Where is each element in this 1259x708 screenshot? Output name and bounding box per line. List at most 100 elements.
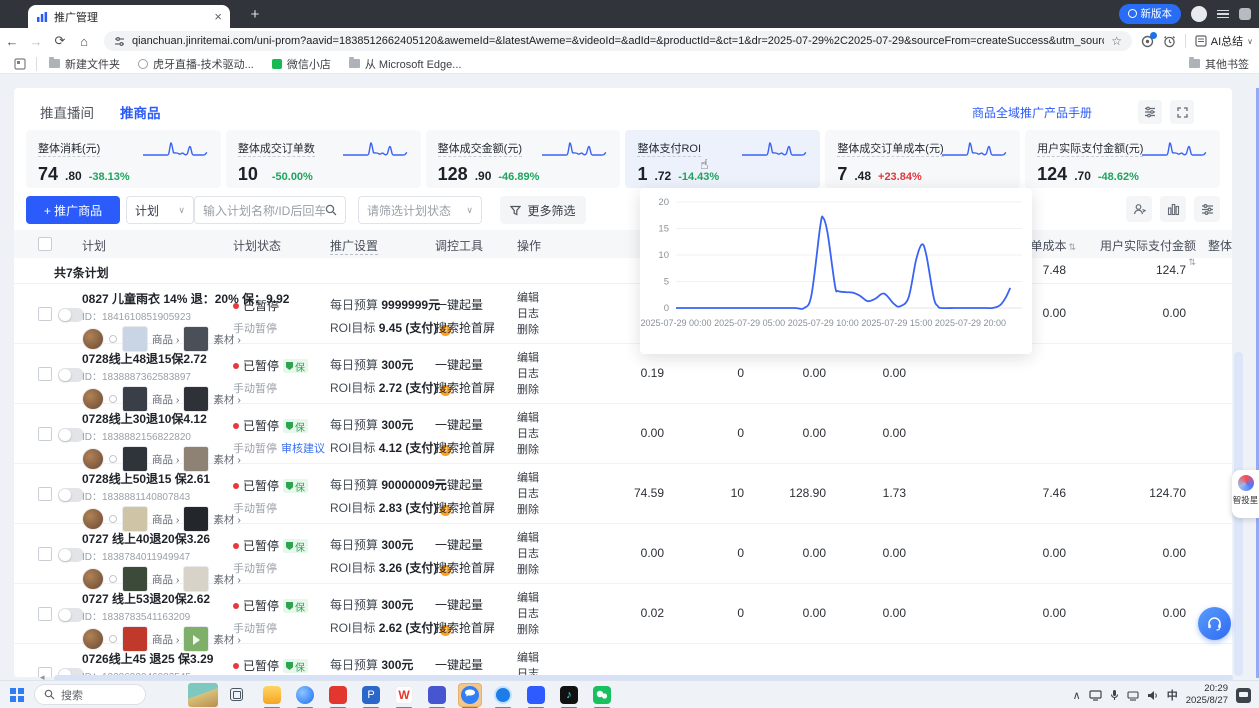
log-link[interactable]: 日志 <box>517 486 539 502</box>
promote-product-button[interactable]: + 推广商品 <box>26 196 120 224</box>
ai-summary-button[interactable]: AI总结 ∨ <box>1195 33 1253 49</box>
one-key-boost-link[interactable]: 一键起量 <box>435 296 495 313</box>
bookmark-item[interactable]: 虎牙直播-技术驱动... <box>138 56 254 72</box>
search-top-screen-link[interactable]: 搜索抢首屏 <box>435 559 495 576</box>
card-order-cost[interactable]: 整体成交订单成本(元) 7.48+23.84% <box>825 130 1020 188</box>
row-checkbox[interactable] <box>38 487 52 501</box>
tab-close-icon[interactable]: × <box>214 10 222 23</box>
log-link[interactable]: 日志 <box>517 426 539 442</box>
delete-link[interactable]: 删除 <box>517 622 539 638</box>
bookmark-item[interactable]: 新建文件夹 <box>49 56 120 72</box>
search-top-screen-link[interactable]: 搜索抢首屏 <box>435 439 495 456</box>
taskbar-app-wechat[interactable] <box>590 683 614 707</box>
tab-products[interactable]: 推商品 <box>120 102 161 122</box>
one-key-boost-link[interactable]: 一键起量 <box>435 476 495 493</box>
tab-live-room[interactable]: 推直播间 <box>40 102 94 122</box>
plan-status-select[interactable]: 请筛选计划状态∨ <box>358 196 482 224</box>
taskbar-app-office[interactable]: P <box>359 683 383 707</box>
reading-list-icon[interactable] <box>14 58 26 70</box>
custom-columns-icon[interactable] <box>1160 196 1186 222</box>
row-checkbox[interactable] <box>38 607 52 621</box>
window-control-icon[interactable] <box>1239 8 1251 20</box>
delete-link[interactable]: 删除 <box>517 502 539 518</box>
help-headset-button[interactable] <box>1198 607 1231 640</box>
taskbar-app-red[interactable] <box>326 683 350 707</box>
row-checkbox[interactable] <box>38 307 52 321</box>
url-bar[interactable]: qianchuan.jinritemai.com/uni-prom?aavid=… <box>104 31 1132 51</box>
delete-link[interactable]: 删除 <box>517 562 539 578</box>
search-top-screen-link[interactable]: 搜索抢首屏 <box>435 619 495 636</box>
edit-link[interactable]: 编辑 <box>517 530 539 546</box>
settings-sliders-icon[interactable] <box>1138 100 1162 124</box>
new-tab-button[interactable]: + <box>244 4 266 26</box>
back-icon[interactable]: ← <box>0 34 24 49</box>
search-icon[interactable] <box>325 204 337 216</box>
reload-icon[interactable]: ⟳ <box>48 33 72 49</box>
card-gmv[interactable]: 整体成交金额(元) 128.90-46.89% <box>426 130 621 188</box>
row-checkbox[interactable] <box>38 547 52 561</box>
fullscreen-icon[interactable] <box>1170 100 1194 124</box>
browser-tab[interactable]: 推广管理 × <box>28 5 230 28</box>
taskbar-app-chat-active[interactable] <box>458 683 482 707</box>
card-order-count[interactable]: 整体成交订单数 10-50.00% <box>226 130 421 188</box>
plan-type-select[interactable]: 计划∨ <box>126 196 194 224</box>
one-key-boost-link[interactable]: 一键起量 <box>435 536 495 553</box>
row-toggle[interactable] <box>58 308 84 322</box>
forward-icon[interactable]: → <box>24 34 48 49</box>
more-filters-button[interactable]: 更多筛选 <box>500 196 586 224</box>
row-toggle[interactable] <box>58 548 84 562</box>
browser-menu-icon[interactable] <box>1217 10 1229 19</box>
row-toggle[interactable] <box>58 368 84 382</box>
taskbar-app-file-explorer[interactable] <box>260 683 284 707</box>
notification-icon[interactable] <box>1236 688 1251 703</box>
extension-icon[interactable] <box>1141 35 1154 48</box>
edit-link[interactable]: 编辑 <box>517 290 539 306</box>
browser-avatar[interactable] <box>1191 6 1207 22</box>
ime-indicator[interactable]: 中 <box>1167 687 1178 703</box>
row-toggle[interactable] <box>58 488 84 502</box>
new-version-badge[interactable]: 新版本 <box>1119 4 1182 24</box>
edit-link[interactable]: 编辑 <box>517 410 539 426</box>
one-key-boost-link[interactable]: 一键起量 <box>435 656 495 673</box>
row-toggle[interactable] <box>58 428 84 442</box>
search-top-screen-link[interactable]: 搜索抢首屏 <box>435 499 495 516</box>
tray-network-icon[interactable] <box>1127 690 1139 701</box>
edit-link[interactable]: 编辑 <box>517 590 539 606</box>
one-key-boost-link[interactable]: 一键起量 <box>435 596 495 613</box>
product-manual-link[interactable]: 商品全域推广产品手册 <box>972 104 1092 121</box>
site-info-icon[interactable] <box>114 36 125 47</box>
row-checkbox[interactable] <box>38 367 52 381</box>
search-top-screen-link[interactable]: 搜索抢首屏 <box>435 379 495 396</box>
row-toggle[interactable] <box>58 608 84 622</box>
edit-link[interactable]: 编辑 <box>517 350 539 366</box>
search-input[interactable]: 输入计划名称/ID后回车搜索 <box>194 196 346 224</box>
delete-link[interactable]: 删除 <box>517 382 539 398</box>
log-link[interactable]: 日志 <box>517 606 539 622</box>
taskbar-search[interactable]: 搜索 <box>34 684 146 705</box>
one-key-boost-link[interactable]: 一键起量 <box>435 356 495 373</box>
delete-link[interactable]: 删除 <box>517 322 539 338</box>
tray-display-icon[interactable] <box>1089 690 1102 701</box>
delete-link[interactable]: 删除 <box>517 442 539 458</box>
tray-chevron-icon[interactable]: ∧ <box>1073 689 1081 702</box>
task-view-button[interactable] <box>230 688 243 701</box>
card-total-cost[interactable]: 整体消耗(元) 74.80-38.13% <box>26 130 221 188</box>
card-user-paid[interactable]: 用户实际支付金额(元) 124.70-48.62% <box>1025 130 1220 188</box>
review-suggestion-link[interactable]: 审核建议 <box>281 443 325 455</box>
filter-settings-icon[interactable] <box>1194 196 1220 222</box>
tray-volume-icon[interactable] <box>1147 690 1159 701</box>
taskbar-app-blue-circle[interactable] <box>491 683 515 707</box>
alarm-icon[interactable] <box>1163 35 1176 48</box>
home-icon[interactable]: ⌂ <box>72 34 96 49</box>
clock[interactable]: 20:292025/8/27 <box>1186 683 1228 707</box>
log-link[interactable]: 日志 <box>517 366 539 382</box>
taskbar-app-browser[interactable] <box>293 683 317 707</box>
assistant-widget[interactable]: 智投星 <box>1232 470 1259 518</box>
edit-link[interactable]: 编辑 <box>517 470 539 486</box>
other-bookmarks[interactable]: 其他书签 <box>1189 56 1249 72</box>
taskbar-app-indigo[interactable] <box>425 683 449 707</box>
search-top-screen-link[interactable]: 搜索抢首屏 <box>435 319 495 336</box>
tray-mic-icon[interactable] <box>1110 689 1119 701</box>
bookmark-star-icon[interactable]: ☆ <box>1111 34 1122 48</box>
custom-audience-icon[interactable] <box>1126 196 1152 222</box>
